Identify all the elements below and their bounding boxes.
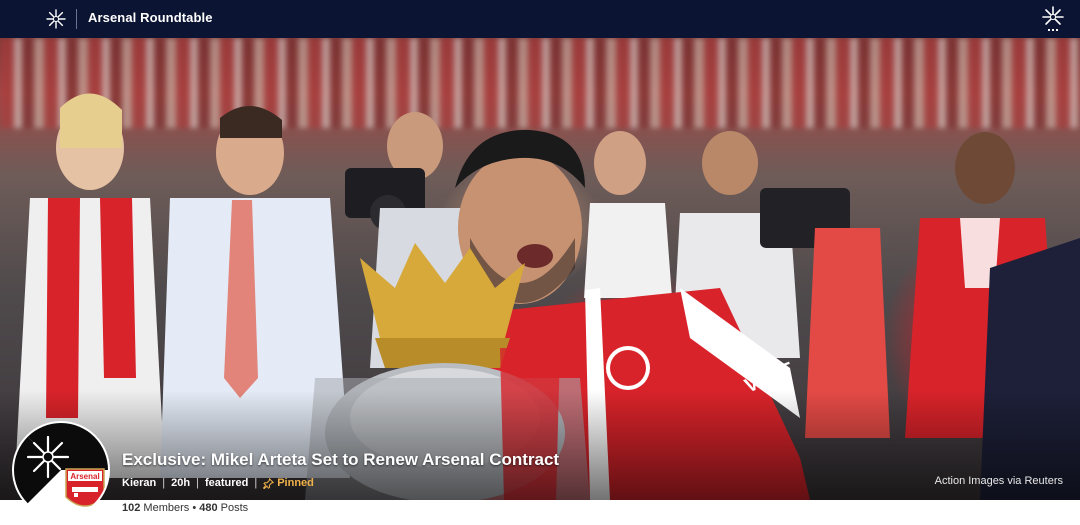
pinned-badge: Pinned	[263, 477, 314, 489]
hero-image[interactable]: VISIT Action Images via Reuters	[0, 38, 1080, 500]
community-title[interactable]: Arsenal Roundtable	[88, 10, 213, 25]
posts-label: Posts	[220, 502, 249, 514]
post-time: 20h	[171, 477, 191, 489]
post-author[interactable]: Kieran	[122, 477, 156, 489]
topbar-divider	[76, 9, 77, 29]
members-count: 102	[122, 502, 141, 514]
top-bar: Arsenal Roundtable	[0, 0, 1080, 38]
meta-separator: |	[196, 477, 199, 489]
arsenal-crest-icon: Arsenal	[65, 468, 105, 507]
community-stats: 102 Members • 480 Posts	[122, 502, 248, 514]
post-meta: Kieran | 20h | featured | Pinned	[122, 477, 314, 489]
meta-separator: |	[254, 477, 258, 489]
stats-separator: •	[192, 502, 197, 514]
community-avatar[interactable]: Arsenal	[14, 423, 108, 517]
photo-credit: Action Images via Reuters	[934, 475, 1063, 487]
pin-icon	[263, 477, 275, 489]
meta-separator: |	[162, 477, 166, 489]
members-label: Members	[143, 502, 190, 514]
crest-text: Arsenal	[70, 472, 99, 481]
pinned-label: Pinned	[277, 477, 314, 489]
posts-count: 480	[199, 502, 218, 514]
post-headline[interactable]: Exclusive: Mikel Arteta Set to Renew Ars…	[122, 450, 559, 470]
post-tag[interactable]: featured	[205, 477, 248, 489]
sunburst-logo-icon[interactable]	[1039, 5, 1067, 33]
sunburst-logo-icon[interactable]	[46, 9, 66, 29]
